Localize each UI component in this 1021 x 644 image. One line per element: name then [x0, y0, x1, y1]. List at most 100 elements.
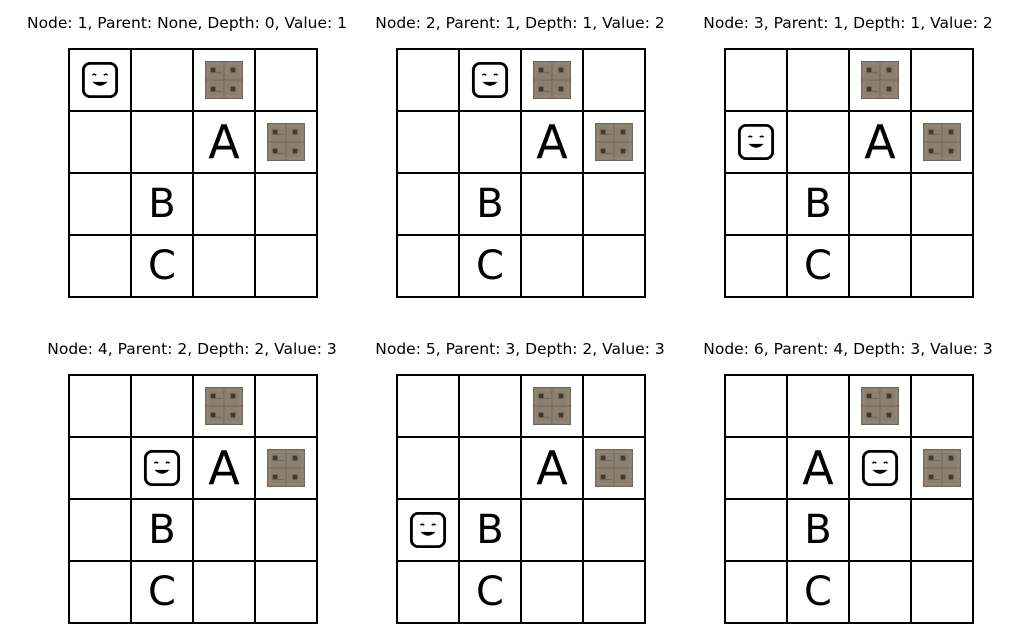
- cell-letter-c: C: [476, 243, 504, 289]
- grid-cell: [256, 500, 318, 562]
- grid-cell: C: [132, 562, 194, 624]
- grid-cell: [850, 562, 912, 624]
- grid-cell: [850, 236, 912, 298]
- stone-wall-icon: [923, 123, 961, 161]
- grid-cell: A: [522, 112, 584, 174]
- cell-letter-b: B: [804, 507, 832, 553]
- cell-letter-a: A: [802, 441, 834, 495]
- stone-wall-icon: [205, 61, 243, 99]
- grid-cell: [256, 562, 318, 624]
- cell-letter-a: A: [208, 115, 240, 169]
- stone-wall-icon: [595, 123, 633, 161]
- grid-cell: [70, 112, 132, 174]
- panel-title: Node: 5, Parent: 3, Depth: 2, Value: 3: [375, 340, 665, 358]
- grid-cell: C: [460, 236, 522, 298]
- grid-cell: [256, 50, 318, 112]
- grid-cell: [256, 174, 318, 236]
- grid-cell: [850, 438, 912, 500]
- grid-cell: B: [460, 500, 522, 562]
- grid-cell: [584, 438, 646, 500]
- grid-cell: [398, 236, 460, 298]
- cell-letter-a: A: [864, 115, 896, 169]
- grid-cell: B: [460, 174, 522, 236]
- grid-cell: [522, 376, 584, 438]
- grid-cell: [194, 174, 256, 236]
- grid-board: ABC: [724, 374, 974, 624]
- grid-cell: [788, 112, 850, 174]
- grid-board: ABC: [724, 48, 974, 298]
- grid-cell: A: [194, 438, 256, 500]
- grid-cell: [726, 236, 788, 298]
- stone-wall-icon: [533, 387, 571, 425]
- cell-letter-c: C: [804, 243, 832, 289]
- smiley-face-icon: [471, 61, 509, 99]
- grid-cell: [70, 500, 132, 562]
- cell-letter-a: A: [536, 115, 568, 169]
- grid-cell: [398, 500, 460, 562]
- grid-cell: [256, 438, 318, 500]
- grid-cell: [850, 500, 912, 562]
- grid-cell: C: [788, 236, 850, 298]
- grid-cell: [584, 376, 646, 438]
- grid-cell: B: [132, 500, 194, 562]
- grid-cell: [850, 376, 912, 438]
- smiley-face-icon: [737, 123, 775, 161]
- grid-cell: [194, 50, 256, 112]
- smiley-face-icon: [861, 449, 899, 487]
- grid-cell: [726, 50, 788, 112]
- grid-cell: [194, 236, 256, 298]
- grid-cell: [132, 376, 194, 438]
- grid-board: ABC: [68, 48, 318, 298]
- grid-cell: [398, 562, 460, 624]
- grid-cell: [912, 174, 974, 236]
- cell-letter-c: C: [804, 569, 832, 615]
- grid-cell: [522, 174, 584, 236]
- grid-cell: [726, 562, 788, 624]
- grid-cell: [70, 562, 132, 624]
- grid-cell: [70, 50, 132, 112]
- grid-cell: [398, 112, 460, 174]
- stone-wall-icon: [533, 61, 571, 99]
- grid-cell: [522, 562, 584, 624]
- grid-cell: A: [850, 112, 912, 174]
- grid-cell: [912, 236, 974, 298]
- cell-letter-b: B: [148, 507, 176, 553]
- grid-cell: [726, 112, 788, 174]
- grid-cell: [460, 438, 522, 500]
- grid-cell: [522, 236, 584, 298]
- grid-cell: C: [132, 236, 194, 298]
- grid-board: ABC: [396, 374, 646, 624]
- smiley-face-icon: [143, 449, 181, 487]
- cell-letter-b: B: [804, 181, 832, 227]
- grid-cell: [70, 174, 132, 236]
- cell-letter-c: C: [476, 569, 504, 615]
- stone-wall-icon: [595, 449, 633, 487]
- grid-cell: [584, 562, 646, 624]
- grid-cell: [460, 376, 522, 438]
- panel-title: Node: 1, Parent: None, Depth: 0, Value: …: [26, 14, 348, 32]
- grid-cell: [194, 376, 256, 438]
- cell-letter-a: A: [536, 441, 568, 495]
- grid-cell: [460, 50, 522, 112]
- grid-cell: [398, 174, 460, 236]
- grid-cell: [912, 438, 974, 500]
- grid-cell: [132, 112, 194, 174]
- grid-board: ABC: [396, 48, 646, 298]
- grid-cell: A: [522, 438, 584, 500]
- stone-wall-icon: [267, 123, 305, 161]
- grid-cell: [850, 50, 912, 112]
- grid-cell: C: [788, 562, 850, 624]
- panel-title: Node: 3, Parent: 1, Depth: 1, Value: 2: [703, 14, 993, 32]
- grid-cell: [726, 376, 788, 438]
- grid-cell: [522, 50, 584, 112]
- smiley-face-icon: [81, 61, 119, 99]
- grid-cell: [70, 236, 132, 298]
- grid-cell: [194, 562, 256, 624]
- grid-cell: [70, 438, 132, 500]
- grid-cell: [132, 438, 194, 500]
- grid-cell: B: [788, 500, 850, 562]
- grid-cell: [912, 376, 974, 438]
- grid-cell: [256, 376, 318, 438]
- cell-letter-b: B: [476, 181, 504, 227]
- grid-cell: C: [460, 562, 522, 624]
